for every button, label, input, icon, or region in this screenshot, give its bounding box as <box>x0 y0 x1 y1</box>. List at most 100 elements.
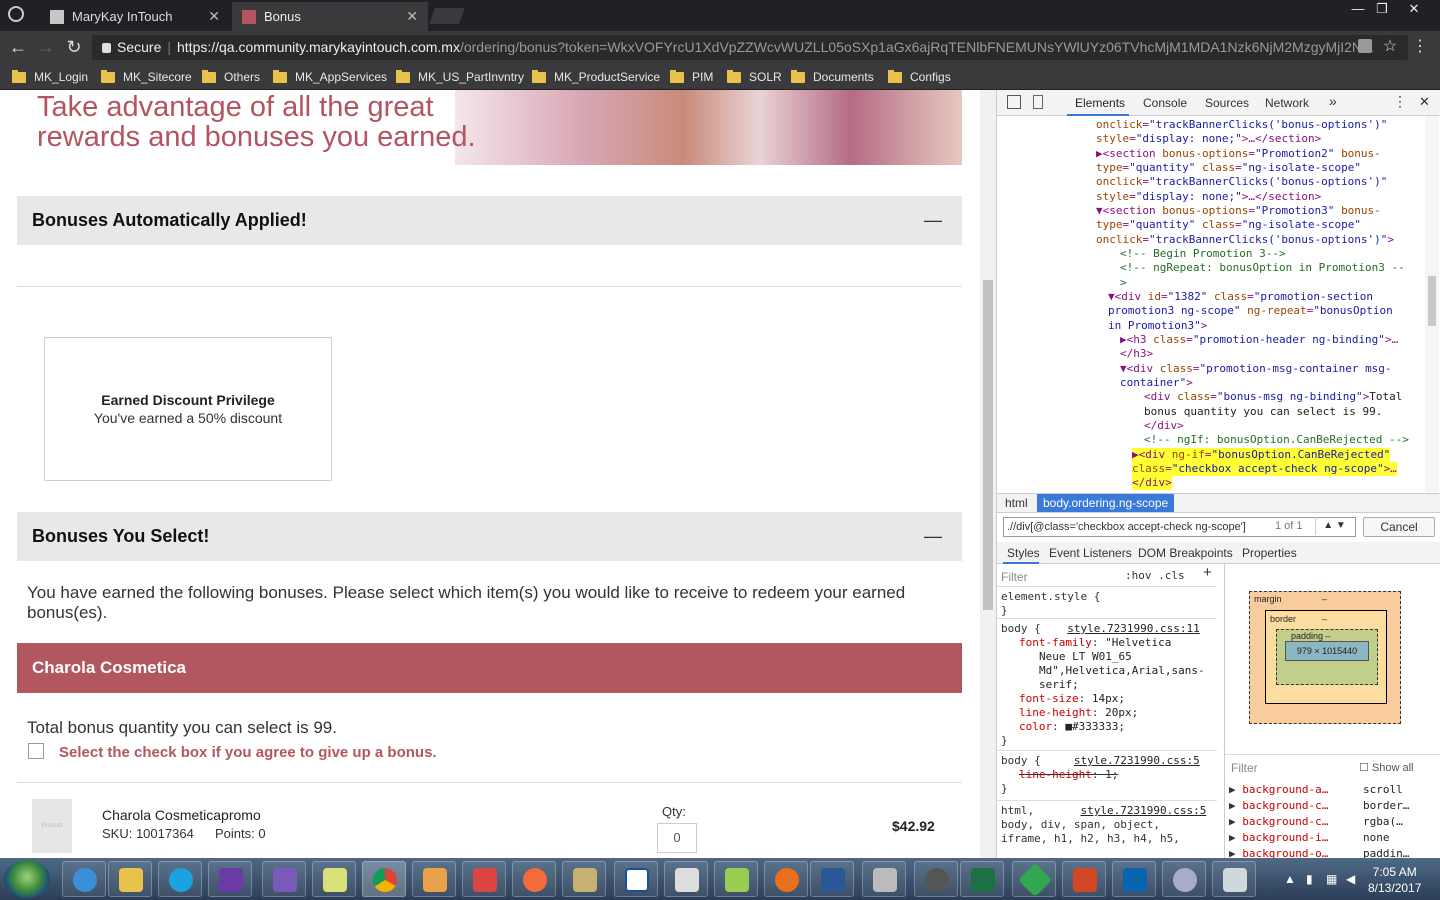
dom-tree[interactable]: onclick="trackBannerClicks('bonus-option… <box>997 116 1427 492</box>
box-model-content[interactable]: 979 × 1015440 <box>1285 641 1369 661</box>
bookmark-pim[interactable]: PIM <box>670 68 713 86</box>
dom-line[interactable]: ▼<section bonus-options="Promotion3" bon… <box>1096 204 1381 218</box>
window-app-icon[interactable] <box>1212 861 1256 897</box>
dom-line-highlighted[interactable]: ▶<div ng-if="bonusOption.CanBeRejected" <box>1132 448 1391 463</box>
style-rule[interactable]: body, div, span, object, <box>1001 818 1160 832</box>
style-decl[interactable]: line-height: 1; <box>1019 768 1118 782</box>
file-explorer-icon[interactable] <box>108 861 152 897</box>
dom-line[interactable]: </div> <box>1144 419 1184 433</box>
computed-row[interactable]: ▶ background-c… rgba(… <box>1229 815 1403 828</box>
green-app-icon[interactable] <box>1012 861 1056 897</box>
style-rule[interactable]: body { style.7231990.css:5 <box>1001 754 1200 768</box>
breadcrumb-body[interactable]: body.ordering.ng-scope <box>1037 494 1175 512</box>
visual-studio-icon[interactable] <box>208 861 252 897</box>
dom-line[interactable]: <!-- ngIf: bonusOption.CanBeRejected --> <box>1144 433 1409 447</box>
tab-event-listeners[interactable]: Event Listeners <box>1049 546 1132 560</box>
box-model-margin[interactable]: margin – border – padding – 979 × 101544… <box>1249 591 1401 724</box>
tab-network[interactable]: Network <box>1265 96 1309 110</box>
disc-app-icon[interactable] <box>914 861 958 897</box>
start-button[interactable] <box>4 860 50 898</box>
close-tab-icon[interactable]: ✕ <box>208 8 220 25</box>
auto-bonuses-header[interactable]: Bonuses Automatically Applied! — <box>17 196 962 245</box>
tab-dom-breakpoints[interactable]: DOM Breakpoints <box>1138 546 1233 560</box>
scrollbar-thumb[interactable] <box>983 280 993 610</box>
style-rule[interactable]: element.style { <box>1001 590 1100 604</box>
style-rule[interactable]: body { style.7231990.css:11 <box>1001 622 1200 636</box>
style-decl[interactable]: Neue LT W01_65 <box>1039 650 1132 664</box>
select-bonuses-header[interactable]: Bonuses You Select! — <box>17 512 962 561</box>
forward-arrow-icon[interactable]: → <box>34 35 58 59</box>
reload-icon[interactable]: ↻ <box>62 35 86 59</box>
bookmark-star-icon[interactable]: ☆ <box>1378 35 1402 59</box>
inspect-element-icon[interactable] <box>1007 95 1021 109</box>
address-bar[interactable]: Secure | https://qa.community.marykayintou… <box>92 35 1408 60</box>
volume-icon[interactable]: ◀ <box>1346 872 1355 886</box>
dom-line[interactable]: ▶<section bonus-options="Promotion2" bon… <box>1096 147 1381 161</box>
tab-bonus[interactable]: Bonus ✕ <box>232 2 428 31</box>
style-rule[interactable]: } <box>1001 604 1008 618</box>
menu-icon[interactable]: ⋮ <box>1408 35 1432 59</box>
show-all-checkbox[interactable]: ☐ Show all <box>1359 761 1414 774</box>
dom-line[interactable]: bonus quantity you can select is 99. <box>1144 405 1382 419</box>
collapse-icon[interactable]: — <box>924 196 942 245</box>
dom-line[interactable]: style="display: none;">…</section> <box>1096 190 1321 204</box>
dom-line[interactable]: promotion3 ng-scope" ng-repeat="bonusOpt… <box>1108 304 1393 318</box>
paint-icon[interactable] <box>412 861 456 897</box>
dom-line[interactable]: <!-- ngRepeat: bonusOption in Promotion3… <box>1120 261 1405 275</box>
device-toolbar-icon[interactable] <box>1033 95 1043 109</box>
style-decl[interactable]: line-height: 20px; <box>1019 706 1138 720</box>
excel-icon[interactable] <box>960 861 1004 897</box>
dom-line[interactable]: style="display: none;">…</section> <box>1096 132 1321 146</box>
more-tabs-icon[interactable]: » <box>1329 93 1337 109</box>
hov-cls-toggle[interactable]: :hov .cls <box>1125 569 1185 583</box>
scrollbar-thumb[interactable] <box>1428 276 1436 326</box>
firefox-icon[interactable] <box>764 861 808 897</box>
tray-flag-icon[interactable]: ▮ <box>1306 872 1313 886</box>
qty-input[interactable]: 0 <box>657 823 697 853</box>
bookmark-solr[interactable]: SOLR <box>727 68 782 86</box>
globe-app-icon[interactable] <box>1162 861 1206 897</box>
tray-expand-icon[interactable]: ▲ <box>1284 872 1296 886</box>
sticky-notes-icon[interactable] <box>312 861 356 897</box>
dom-line[interactable]: <div class="bonus-msg ng-binding">Total <box>1144 390 1402 404</box>
bookmark-mk-productservice[interactable]: MK_ProductService <box>532 68 660 86</box>
calculator-icon[interactable] <box>862 861 906 897</box>
bookmark-others[interactable]: Others <box>202 68 260 86</box>
style-decl[interactable]: font-family: "Helvetica <box>1019 636 1171 650</box>
dom-line[interactable]: > <box>1120 276 1127 290</box>
page-scrollbar[interactable] <box>980 90 996 858</box>
close-tab-icon[interactable]: ✕ <box>406 8 418 25</box>
collapse-icon[interactable]: — <box>924 512 942 561</box>
dom-line[interactable]: onclick="trackBannerClicks('bonus-option… <box>1096 233 1394 247</box>
dom-line[interactable]: onclick="trackBannerClicks('bonus-option… <box>1096 118 1387 132</box>
app-window-icon[interactable] <box>664 861 708 897</box>
computed-row[interactable]: ▶ background-c… border… <box>1229 799 1409 812</box>
style-decl[interactable]: color: ■#333333; <box>1019 720 1125 734</box>
give-up-bonus-checkbox[interactable] <box>28 743 44 759</box>
dom-line[interactable]: ▶<h3 class="promotion-header ng-binding"… <box>1120 333 1398 347</box>
style-rule[interactable]: } <box>1001 734 1008 748</box>
dom-line[interactable]: type="quantity" class="ng-isolate-scope" <box>1096 161 1361 175</box>
taskbar-clock[interactable]: 7:05 AM 8/13/2017 <box>1368 864 1421 896</box>
dom-line[interactable]: <!-- Begin Promotion 3--> <box>1120 247 1286 261</box>
breadcrumb-html[interactable]: html <box>1005 496 1028 510</box>
dom-line[interactable]: ▼<div class="promotion-msg-container msg… <box>1120 362 1392 376</box>
dom-line-highlighted[interactable]: </div> <box>1132 476 1172 491</box>
internet-explorer-icon[interactable] <box>62 861 106 897</box>
tools-icon[interactable] <box>562 861 606 897</box>
powerpoint-icon[interactable] <box>1062 861 1106 897</box>
dom-line[interactable]: type="quantity" class="ng-isolate-scope" <box>1096 218 1361 232</box>
box-model-padding[interactable]: padding – 979 × 1015440 <box>1276 629 1378 685</box>
search-nav-arrows-icon[interactable]: ▲ ▼ <box>1315 517 1353 535</box>
devtools-menu-icon[interactable]: ⋮ <box>1393 93 1407 110</box>
skype-icon[interactable] <box>158 861 202 897</box>
bookmark-mk-login[interactable]: MK_Login <box>12 68 88 86</box>
tab-marykay-intouch[interactable]: MaryKay InTouch ✕ <box>40 2 230 31</box>
tab-elements[interactable]: Elements <box>1075 96 1125 110</box>
style-decl[interactable]: Md",Helvetica,Arial,sans- <box>1039 664 1205 678</box>
tab-sources[interactable]: Sources <box>1205 96 1249 110</box>
style-rule[interactable]: html, style.7231990.css:5 <box>1001 804 1206 818</box>
translate-icon[interactable] <box>1358 39 1372 53</box>
bookmark-mk-sitecore[interactable]: MK_Sitecore <box>101 68 192 86</box>
computed-row[interactable]: ▶ background-i… none <box>1229 831 1390 844</box>
